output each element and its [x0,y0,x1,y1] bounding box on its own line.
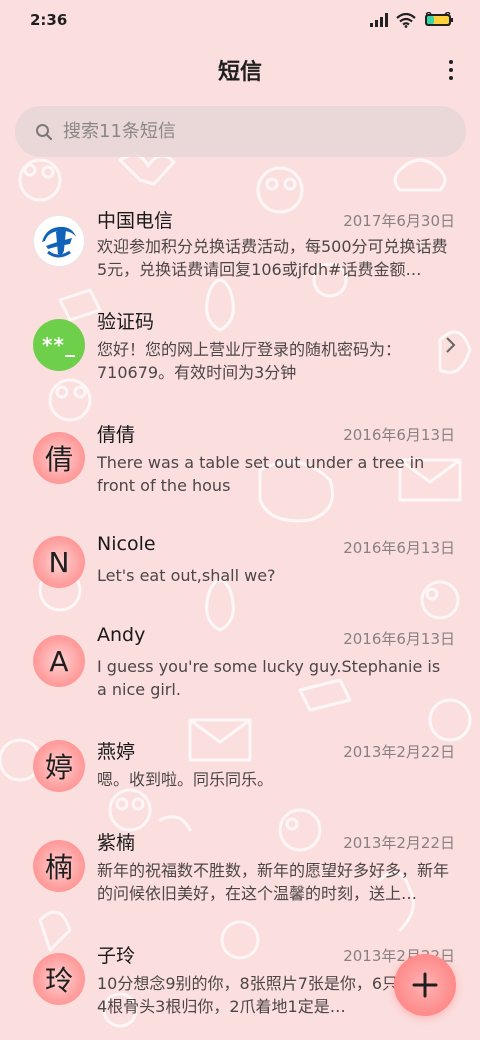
plus-icon [412,972,438,998]
more-dot [449,68,453,72]
avatar: 婷 [33,740,85,792]
message-preview: 您好！您的网上营业厅登录的随机密码为：710679。有效时间为3分钟 [97,340,402,382]
conversation-item[interactable]: **_ 验证码 您好！您的网上营业厅登录的随机密码为：710679。有效时间为3… [0,303,480,413]
status-bar: 2:36 [0,0,480,40]
search-icon [36,123,53,140]
avatar: **_ [33,319,85,371]
avatar: 玲 [33,953,85,1005]
message-date: 2013年2月22日 [343,743,455,761]
app-header: 短信 [0,48,480,92]
message-date: 2016年6月13日 [343,630,455,648]
wifi-icon [396,12,416,28]
contact-name: Nicole [97,533,156,555]
contact-name: 紫楠 [97,832,136,854]
message-preview: 嗯。收到啦。同乐同乐。 [97,770,274,789]
more-options-button[interactable] [444,58,458,82]
avatar: N [33,536,85,588]
message-date: 2016年6月13日 [343,539,455,557]
more-dot [449,76,453,80]
avatar [33,215,85,267]
avatar: 倩 [33,432,85,484]
status-time: 2:36 [30,11,68,29]
contact-name: Andy [97,624,146,646]
contact-name: 中国电信 [97,210,174,232]
search-bar[interactable] [15,106,466,157]
contact-name: 子玲 [97,945,136,967]
avatar: A [33,635,85,687]
conversation-item[interactable]: 楠 紫楠 2013年2月22日 新年的祝福数不胜数，新年的愿望好多好多，新年的问… [0,824,480,934]
new-message-button[interactable] [394,954,456,1016]
contact-name: 燕婷 [97,741,136,763]
message-preview: 新年的祝福数不胜数，新年的愿望好多好多，新年的问候依旧美好，在这个温馨的时刻，送… [97,861,450,903]
battery-icon [425,12,453,26]
message-preview: There was a table set out under a tree i… [97,453,425,495]
message-preview: 欢迎参加积分兑换话费活动，每500分可兑换话费5元，兑换话费请回复106或jfd… [97,237,448,279]
contact-name: 倩倩 [97,424,136,446]
conversation-item[interactable]: 倩 倩倩 2016年6月13日 There was a table set ou… [0,416,480,526]
message-date: 2016年6月13日 [343,426,455,444]
conversation-item[interactable]: 中国电信 2017年6月30日 欢迎参加积分兑换话费活动，每500分可兑换话费5… [0,190,480,300]
status-icons [370,12,454,28]
message-date: 2017年6月30日 [343,212,455,230]
telecom-logo-icon [35,217,83,265]
page-title: 短信 [217,60,262,85]
message-date: 2013年2月22日 [343,834,455,852]
message-preview: I guess you're some lucky guy.Stephanie … [97,657,441,699]
more-vertical-icon [449,60,453,64]
contact-name: 验证码 [97,311,155,333]
signal-icon [370,13,388,27]
chevron-right-icon [446,337,456,353]
avatar: 楠 [33,840,85,892]
conversation-item[interactable]: A Andy 2016年6月13日 I guess you're some lu… [0,620,480,730]
search-input[interactable] [63,121,443,142]
message-preview: Let's eat out,shall we? [97,566,276,585]
